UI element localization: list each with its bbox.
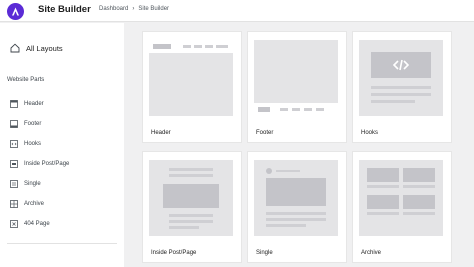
sidebar-item-header[interactable]: Header (10, 100, 44, 108)
single-icon (10, 180, 18, 188)
breadcrumb-current: Site Builder (138, 6, 170, 12)
layout-card-footer[interactable]: Footer (247, 31, 347, 143)
sidebar-item-inside-post[interactable]: Inside Post/Page (10, 160, 69, 168)
sidebar-item-footer[interactable]: Footer (10, 120, 41, 128)
archive-icon (10, 200, 18, 208)
layout-card-inside-post[interactable]: Inside Post/Page (142, 151, 242, 263)
hooks-layout-preview (359, 40, 443, 116)
breadcrumb-dashboard[interactable]: Dashboard (99, 6, 128, 12)
sidebar-item-label: Footer (24, 121, 42, 127)
sidebar-item-all-layouts[interactable]: All Layouts (10, 43, 63, 53)
layout-card-archive[interactable]: Archive (352, 151, 452, 263)
sidebar-all-layouts-label: All Layouts (26, 43, 63, 53)
sidebar-item-label: Single (24, 181, 41, 187)
app-title: Site Builder (38, 4, 91, 15)
sidebar-section-heading: Website Parts (7, 77, 45, 83)
hooks-icon (10, 140, 18, 148)
sidebar-item-label: Header (24, 101, 44, 107)
sidebar-item-label: Inside Post/Page (24, 161, 70, 167)
footer-layout-preview (254, 40, 338, 116)
code-icon (392, 59, 410, 71)
sidebar-item-archive[interactable]: Archive (10, 200, 44, 208)
archive-layout-preview (359, 160, 443, 236)
header-layout-icon (10, 100, 18, 108)
breadcrumb-separator: › (132, 6, 135, 12)
home-icon (10, 43, 20, 53)
sidebar-item-404-page[interactable]: 404 Page (10, 220, 50, 228)
layout-card-hooks[interactable]: Hooks (352, 31, 452, 143)
inside-post-icon (10, 160, 18, 168)
footer-layout-icon (10, 120, 18, 128)
single-layout-preview (254, 160, 338, 236)
sidebar-item-label: Archive (24, 201, 45, 207)
card-label: Archive (361, 250, 382, 256)
sidebar: All Layouts Website Parts Header Footer … (0, 23, 124, 267)
card-label: Inside Post/Page (151, 250, 197, 256)
breadcrumb: Dashboard › Site Builder (99, 6, 169, 12)
layout-card-single[interactable]: Single (247, 151, 347, 263)
inside-post-layout-preview (149, 160, 233, 236)
card-label: Header (151, 130, 171, 136)
card-label: Footer (256, 130, 274, 136)
layout-card-header[interactable]: Header (142, 31, 242, 143)
card-label: Single (256, 250, 273, 256)
sidebar-divider (7, 243, 117, 244)
top-bar: Site Builder Dashboard › Site Builder (0, 0, 474, 22)
404-page-icon (10, 220, 18, 228)
sidebar-item-label: 404 Page (24, 221, 50, 227)
header-layout-preview (149, 40, 233, 116)
sidebar-item-hooks[interactable]: Hooks (10, 140, 41, 148)
sidebar-item-single[interactable]: Single (10, 180, 41, 188)
logo-icon[interactable] (7, 3, 24, 20)
card-label: Hooks (361, 130, 379, 136)
sidebar-item-label: Hooks (24, 141, 42, 147)
